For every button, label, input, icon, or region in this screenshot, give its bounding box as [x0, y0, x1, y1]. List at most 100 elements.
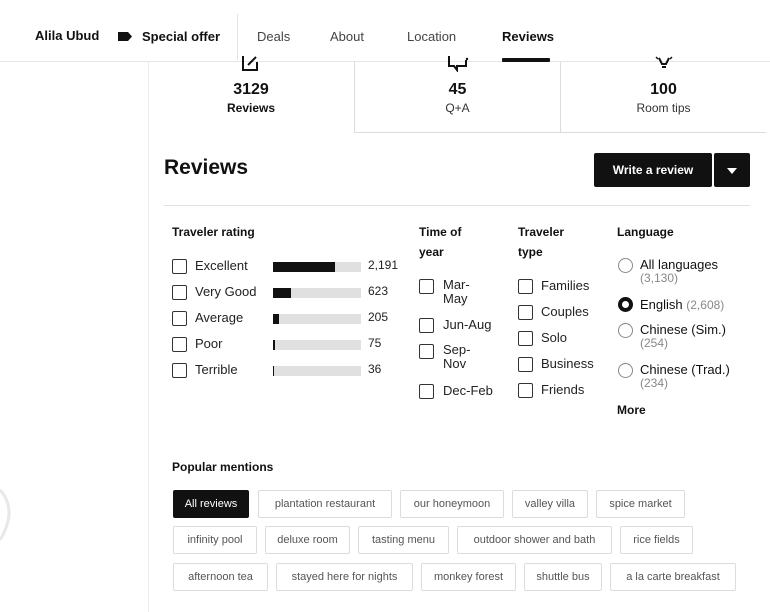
stat-qa[interactable]: 45 Q+A — [354, 56, 560, 133]
chip-all-reviews[interactable]: All reviews — [173, 490, 249, 518]
rating-bar-fill — [273, 262, 335, 272]
type-label: Solo — [541, 330, 568, 345]
mention-chip[interactable]: shuttle bus — [524, 563, 602, 591]
type-checkbox[interactable] — [518, 305, 533, 320]
tag-icon — [118, 32, 132, 41]
type-checkbox[interactable] — [518, 357, 533, 372]
traveler-rating-heading: Traveler rating — [172, 225, 255, 239]
tab-location[interactable]: Location — [407, 29, 456, 44]
rating-label: Excellent — [195, 258, 248, 273]
stat-reviews-value: 3129 — [233, 81, 269, 98]
rating-label: Very Good — [195, 284, 257, 299]
traveler-type-heading-line1: Traveler — [518, 225, 565, 239]
stat-room-tips[interactable]: 100 Room tips — [560, 56, 766, 133]
rating-label: Terrible — [195, 362, 238, 377]
type-checkbox[interactable] — [518, 279, 533, 294]
hotel-name[interactable]: Alila Ubud — [35, 28, 99, 43]
traveler-type-heading: Traveler type — [518, 222, 564, 262]
language-label: Chinese (Sim.) — [640, 322, 726, 337]
section-divider — [164, 205, 750, 206]
rating-bar-fill — [273, 314, 280, 324]
rating-checkbox[interactable] — [172, 337, 187, 352]
rating-count: 75 — [368, 336, 382, 350]
traveler-type-heading-line2: type — [518, 245, 543, 259]
season-checkbox[interactable] — [419, 279, 434, 294]
rating-checkbox[interactable] — [172, 363, 187, 378]
season-checkbox[interactable] — [419, 384, 434, 399]
mention-chip[interactable]: rice fields — [620, 526, 693, 554]
season-label-line1: Mar- — [443, 277, 470, 292]
tab-deals[interactable]: Deals — [257, 29, 290, 44]
language-radio[interactable] — [618, 258, 633, 273]
rating-label: Average — [195, 310, 244, 325]
type-checkbox[interactable] — [518, 383, 533, 398]
season-label-line2: May — [443, 291, 468, 306]
write-review-button[interactable]: Write a review — [594, 153, 712, 187]
rating-bar-fill — [273, 366, 275, 376]
rating-bar-fill — [273, 340, 276, 350]
rating-bar — [273, 314, 361, 324]
type-label: Families — [541, 278, 590, 293]
more-languages-link[interactable]: More — [617, 403, 646, 417]
season-checkbox[interactable] — [419, 344, 434, 359]
rating-count: 2,191 — [368, 258, 399, 272]
write-review-menu-button[interactable] — [714, 153, 750, 187]
mention-chip[interactable]: tasting menu — [358, 526, 449, 554]
rating-count: 36 — [368, 362, 382, 376]
stat-qa-value: 45 — [448, 81, 467, 98]
language-heading: Language — [617, 225, 674, 239]
rating-bar — [273, 288, 361, 298]
content-left-border — [148, 62, 149, 612]
mention-chip[interactable]: afternoon tea — [173, 563, 268, 591]
rating-label: Poor — [195, 336, 223, 351]
stat-reviews[interactable]: 3129 Reviews — [148, 56, 354, 133]
tab-about[interactable]: About — [330, 29, 364, 44]
chat-icon — [447, 56, 469, 77]
language-radio[interactable] — [618, 363, 633, 378]
season-label-line1: Sep- — [443, 342, 471, 357]
season-label-line1: Dec-Feb — [443, 383, 493, 398]
rating-checkbox[interactable] — [172, 311, 187, 326]
time-of-year-heading: Time of year — [419, 222, 461, 262]
rating-bar — [273, 262, 361, 272]
language-radio[interactable] — [618, 323, 633, 338]
rating-checkbox[interactable] — [172, 259, 187, 274]
type-checkbox[interactable] — [518, 331, 533, 346]
mention-chip[interactable]: valley villa — [512, 490, 588, 518]
tab-reviews[interactable]: Reviews — [502, 29, 554, 44]
mention-chip[interactable]: spice market — [596, 490, 685, 518]
reviews-heading: Reviews — [164, 156, 249, 179]
language-label: Chinese (Trad.) — [640, 362, 730, 377]
mention-chip[interactable]: infinity pool — [173, 526, 257, 554]
rating-bar — [273, 366, 361, 376]
rating-count: 205 — [368, 310, 389, 324]
language-count: (2,608) — [686, 298, 725, 312]
lightbulb-icon — [653, 56, 675, 77]
mention-chip[interactable]: a la carte breakfast — [610, 563, 736, 591]
stat-room-tips-label: Room tips — [636, 101, 691, 115]
review-stats: 3129 Reviews 45 Q+A 100 Room tips — [148, 56, 766, 134]
special-offer-link[interactable]: Special offer — [118, 29, 220, 44]
mention-chip[interactable]: plantation restaurant — [258, 490, 392, 518]
language-label: All languages — [640, 257, 719, 272]
language-radio-selected[interactable] — [618, 297, 633, 312]
language-label-text: English — [640, 297, 683, 312]
special-offer-label: Special offer — [142, 29, 221, 44]
rating-checkbox[interactable] — [172, 285, 187, 300]
nav-divider — [237, 14, 238, 60]
mention-chip[interactable]: outdoor shower and bath — [457, 526, 612, 554]
language-count: (234) — [640, 376, 669, 390]
caret-down-icon — [727, 161, 737, 179]
time-of-year-heading-line1: Time of — [419, 225, 462, 239]
mention-chip[interactable]: deluxe room — [265, 526, 350, 554]
mention-chip[interactable]: our honeymoon — [400, 490, 504, 518]
mention-chip[interactable]: monkey forest — [421, 563, 516, 591]
season-checkbox[interactable] — [419, 318, 434, 333]
language-count: (3,130) — [640, 271, 679, 285]
season-label-line1: Jun-Aug — [443, 317, 492, 332]
type-label: Friends — [541, 382, 585, 397]
edit-icon — [240, 56, 262, 77]
language-count: (254) — [640, 336, 669, 350]
mention-chip[interactable]: stayed here for nights — [276, 563, 413, 591]
stat-reviews-label: Reviews — [226, 101, 276, 115]
